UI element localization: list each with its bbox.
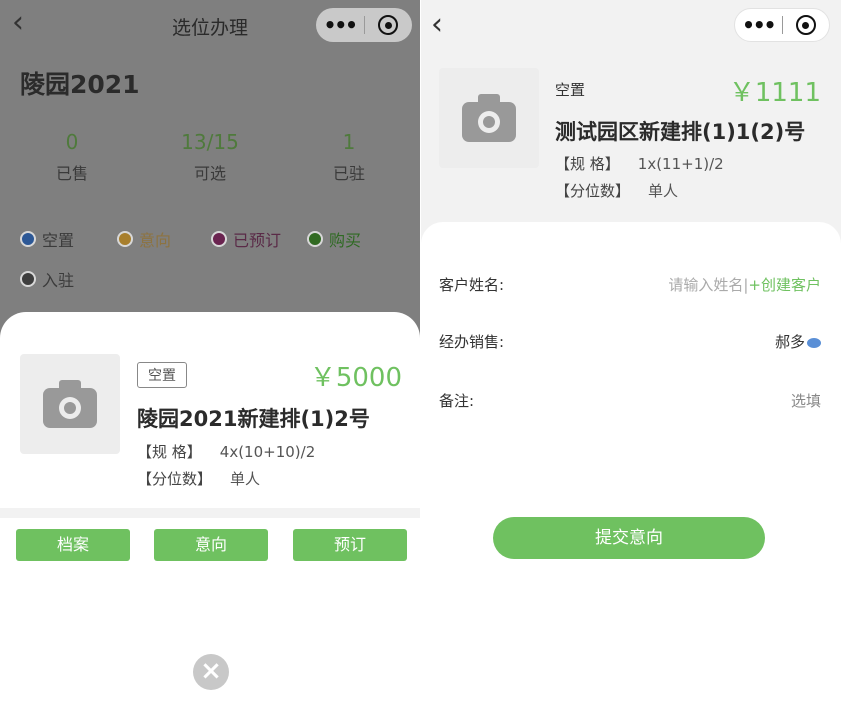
- camera-icon: [462, 94, 516, 142]
- plot-name: 陵园2021新建排(1)2号: [137, 407, 370, 431]
- stat-available-value: 13: [181, 130, 207, 154]
- sales-row: 经办销售: 郝多: [439, 331, 821, 352]
- spec-value: 4x(10+10)/2: [219, 443, 316, 461]
- plot-name: 测试园区新建排(1)1(2)号: [555, 120, 806, 144]
- more-icon[interactable]: •••: [735, 8, 782, 42]
- legend-label: 购买: [329, 231, 362, 250]
- position-count-value: 单人: [648, 182, 679, 200]
- more-icon[interactable]: •••: [316, 8, 364, 42]
- remark-label: 备注:: [439, 392, 475, 410]
- right-screen: ‹ ••• 空置 ￥1111 测试园区新建排(1)1(2)号 【规 格】 1x(1…: [421, 0, 841, 712]
- stat-available: 13/15 可选: [155, 130, 265, 184]
- spec-row: 【规 格】 1x(11+1)/2: [555, 153, 724, 174]
- sales-value: 郝多: [774, 333, 805, 351]
- position-count-label: 【分位数】: [555, 182, 631, 200]
- archive-button[interactable]: 档案: [16, 529, 130, 561]
- legend-label: 空置: [42, 231, 75, 250]
- position-count-row: 【分位数】 单人: [137, 468, 260, 489]
- legend-dot-icon: [211, 231, 227, 247]
- miniapp-capsule: •••: [316, 8, 412, 42]
- divider: [0, 508, 420, 518]
- cemetery-name: 陵园2021: [20, 70, 140, 99]
- remark-row: 备注: 选填: [439, 390, 821, 411]
- plot-photo: [20, 354, 120, 454]
- stat-available-total: /15: [206, 130, 239, 154]
- legend-intent: 意向: [117, 227, 171, 251]
- spec-value: 1x(11+1)/2: [637, 155, 724, 173]
- customer-name-label: 客户姓名:: [439, 276, 505, 294]
- plot-price: ￥5000: [309, 363, 402, 393]
- intent-form-card: [421, 222, 841, 712]
- position-count-label: 【分位数】: [137, 470, 213, 488]
- stat-sold-label: 已售: [55, 164, 88, 183]
- legend-dot-icon: [117, 231, 133, 247]
- legend-label: 意向: [139, 231, 172, 250]
- left-screen: ‹ 选位办理 ••• 陵园2021 0 已售 13/15 可选 1 已驻 空置 …: [0, 0, 420, 712]
- spec-row: 【规 格】 4x(10+10)/2: [137, 441, 315, 462]
- create-customer-link[interactable]: +创建客户: [748, 276, 821, 294]
- legend-label: 已预订: [233, 231, 282, 250]
- status-badge: 空置: [137, 362, 187, 388]
- legend-bought: 购买: [307, 227, 361, 251]
- customer-name-field[interactable]: 请输入姓名|+创建客户: [668, 274, 821, 295]
- legend-dot-icon: [307, 231, 323, 247]
- fish-emoji-icon: [807, 337, 821, 348]
- intent-button[interactable]: 意向: [154, 529, 268, 561]
- back-chevron-icon[interactable]: ‹: [431, 10, 443, 40]
- sales-label: 经办销售:: [439, 333, 505, 351]
- customer-name-row: 客户姓名: 请输入姓名|+创建客户: [439, 274, 821, 295]
- close-miniapp-icon[interactable]: [364, 15, 412, 35]
- close-icon[interactable]: ×: [193, 654, 229, 690]
- left-navbar: ‹ 选位办理 •••: [0, 0, 420, 50]
- legend-label: 入驻: [42, 271, 75, 290]
- plot-price: ￥1111: [728, 78, 821, 108]
- legend-dot-icon: [20, 231, 36, 247]
- close-miniapp-icon[interactable]: [782, 15, 829, 35]
- legend-reserved: 已预订: [211, 227, 281, 251]
- remark-input[interactable]: 选填: [791, 390, 821, 411]
- sales-select[interactable]: 郝多: [775, 331, 821, 352]
- stat-resident: 1 已驻: [294, 130, 404, 184]
- camera-icon: [43, 380, 97, 428]
- position-count-value: 单人: [230, 470, 261, 488]
- submit-intent-button[interactable]: 提交意向: [493, 517, 765, 559]
- position-count-row: 【分位数】 单人: [555, 180, 678, 201]
- spec-label: 【规 格】: [555, 155, 620, 173]
- legend-vacant: 空置: [20, 227, 74, 251]
- reserve-button[interactable]: 预订: [293, 529, 407, 561]
- miniapp-capsule: •••: [734, 8, 830, 42]
- stat-sold-value: 0: [65, 130, 79, 154]
- spec-label: 【规 格】: [137, 443, 202, 461]
- plot-photo: [439, 68, 539, 168]
- stat-resident-label: 已驻: [332, 164, 365, 183]
- legend-resident: 入驻: [20, 267, 74, 291]
- stat-resident-value: 1: [342, 130, 356, 154]
- customer-name-input[interactable]: 请输入姓名: [668, 276, 743, 294]
- stat-available-label: 可选: [193, 164, 226, 183]
- status-label: 空置: [555, 81, 586, 99]
- stat-sold: 0 已售: [17, 130, 127, 184]
- legend-dot-icon: [20, 271, 36, 287]
